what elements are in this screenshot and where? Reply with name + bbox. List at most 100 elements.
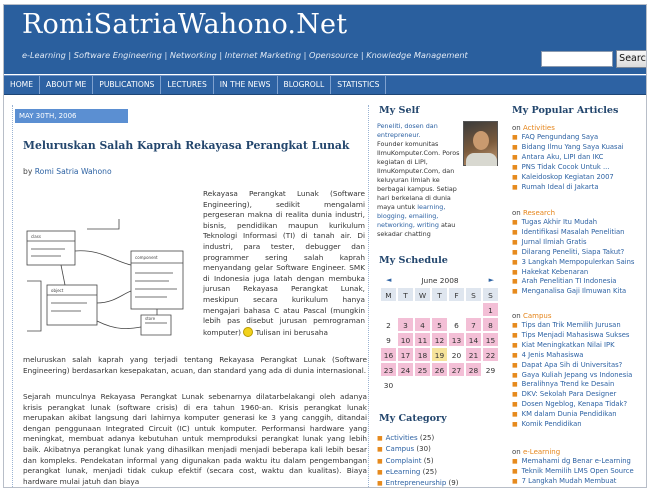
popular-article-link[interactable]: DKV: Sekolah Para Designer	[522, 390, 617, 398]
calendar-day[interactable]: 23	[380, 362, 397, 377]
popular-article-link[interactable]: 3 Langkah Mempopulerkan Sains	[522, 258, 635, 266]
calendar-day[interactable]: 10	[397, 332, 414, 347]
popular-article-link[interactable]: Tugas Akhir Itu Mudah	[522, 218, 597, 226]
popular-article-link[interactable]: Arah Penelitian TI Indonesia	[522, 277, 617, 285]
popular-article-link[interactable]: Dapat Apa Sih di Universitas?	[522, 361, 623, 369]
popular-article-link[interactable]: Gaya Kuliah Jepang vs Indonesia	[522, 371, 633, 379]
calendar-day[interactable]: 22	[482, 347, 499, 362]
popular-article-link[interactable]: 7 Langkah Mudah Membuat	[522, 477, 617, 485]
popular-article-item: ■ DKV: Sekolah Para Designer	[512, 390, 646, 400]
popular-article-link[interactable]: Komik Pendidikan	[522, 420, 582, 428]
bullet-icon: ■	[512, 467, 518, 475]
popular-article-link[interactable]: Antara Aku, LIPI dan IKC	[522, 153, 604, 161]
popular-article-link[interactable]: FAQ Pengundang Saya	[522, 133, 599, 141]
category-link[interactable]: Activities	[386, 434, 418, 442]
popular-article-link[interactable]: 4 Jenis Mahasiswa	[522, 351, 584, 359]
popular-article-item: ■ 7 Langkah Mudah Membuat	[512, 477, 646, 487]
popular-article-item: ■ Komik Pendidikan	[512, 420, 646, 430]
calendar-day[interactable]: 16	[380, 347, 397, 362]
calendar-day[interactable]: 1	[482, 302, 499, 317]
svg-text:component: component	[135, 255, 158, 260]
popular-group-heading: on e-Learning	[512, 447, 646, 457]
calendar-day[interactable]: 11	[414, 332, 431, 347]
calendar-day[interactable]: 27	[448, 362, 465, 377]
category-link[interactable]: eLearning	[386, 468, 421, 476]
nav-lectures[interactable]: LECTURES	[161, 76, 214, 94]
popular-category-link[interactable]: Activities	[523, 124, 555, 132]
author-photo-face	[473, 131, 489, 150]
popular-article-link[interactable]: Dosen Ngeblog, Kenapa Tidak?	[522, 400, 627, 408]
calendar-day[interactable]: 17	[397, 347, 414, 362]
nav-blogroll[interactable]: BLOGROLL	[278, 76, 332, 94]
calendar-widget: ◄ June 2008 ► M T W T F S S 1 2 3 4 5 6 7 8 9 10 11 12 13 14…	[380, 274, 500, 392]
nav-about-me[interactable]: ABOUT ME	[40, 76, 94, 94]
calendar-day[interactable]: 21	[465, 347, 482, 362]
nav-in-the-news[interactable]: IN THE NEWS	[214, 76, 278, 94]
calendar-day[interactable]: 8	[482, 317, 499, 332]
popular-article-link[interactable]: Tips dan Trik Memilih Jurusan	[522, 321, 621, 329]
calendar-day[interactable]: 5	[431, 317, 448, 332]
popular-article-link[interactable]: Bidang Ilmu Yang Saya Kuasai	[522, 143, 624, 151]
popular-category-link[interactable]: Campus	[523, 312, 552, 320]
category-link[interactable]: Entrepreneurship	[386, 479, 447, 487]
category-link[interactable]: Complaint	[386, 457, 422, 465]
calendar-day[interactable]: 30	[380, 377, 397, 392]
calendar-day[interactable]: 9	[380, 332, 397, 347]
next-month-icon[interactable]: ►	[489, 274, 494, 287]
popular-article-item: ■ Gaya Kuliah Jepang vs Indonesia	[512, 371, 646, 381]
calendar-day[interactable]: 7	[465, 317, 482, 332]
popular-article-link[interactable]: Menganalisa Gaji Ilmuwan Kita	[522, 287, 627, 295]
nav-statistics[interactable]: STATISTICS	[331, 76, 387, 94]
byline-label: by	[23, 167, 33, 176]
popular-on-label: on	[512, 448, 523, 456]
popular-article-item: ■ Antara Aku, LIPI dan IKC	[512, 153, 646, 163]
popular-article-link[interactable]: Rumah Ideal di Jakarta	[522, 183, 599, 191]
popular-article-link[interactable]: Beralihnya Trend ke Desain	[522, 380, 615, 388]
search-input[interactable]	[541, 51, 613, 67]
popular-article-link[interactable]: Tips Menjadi Mahasiswa Sukses	[522, 331, 630, 339]
calendar-day[interactable]: 18	[414, 347, 431, 362]
popular-article-link[interactable]: Kiat Meningkatkan Nilai IPK	[522, 341, 615, 349]
popular-category-link[interactable]: e-Learning	[523, 448, 560, 456]
popular-article-link[interactable]: PNS Tidak Cocok Untuk ...	[522, 163, 610, 171]
calendar-day[interactable]: 26	[431, 362, 448, 377]
popular-article-link[interactable]: KM dalam Dunia Pendidikan	[522, 410, 617, 418]
popular-article-link[interactable]: Jurnal Ilmiah Gratis	[522, 238, 587, 246]
author-link[interactable]: Romi Satria Wahono	[35, 167, 112, 176]
nav-publications[interactable]: PUBLICATIONS	[93, 76, 162, 94]
calendar-day[interactable]: 28	[465, 362, 482, 377]
site-title[interactable]: RomiSatriaWahono.Net	[22, 9, 347, 40]
popular-article-link[interactable]: Hakekat Kebenaran	[522, 268, 589, 276]
sketch-diagram-image: class object component store	[26, 219, 184, 336]
site-header: RomiSatriaWahono.Net e-Learning | Softwa…	[4, 5, 646, 74]
popular-article-link[interactable]: Dilarang Peneliti, Siapa Takut?	[522, 248, 625, 256]
calendar-day[interactable]: 13	[448, 332, 465, 347]
prev-month-icon[interactable]: ◄	[386, 274, 391, 287]
popular-article-link[interactable]: Memahami dg Benar e-Learning	[522, 457, 631, 465]
popular-category-link[interactable]: Research	[523, 209, 555, 217]
calendar-day[interactable]: 3	[397, 317, 414, 332]
calendar-day[interactable]: 14	[465, 332, 482, 347]
popular-article-link[interactable]: Teknik Memilih LMS Open Source	[522, 467, 634, 475]
post-title[interactable]: Meluruskan Salah Kaprah Rekayasa Perangk…	[23, 139, 349, 152]
nav-home[interactable]: HOME	[4, 76, 41, 94]
calendar-day[interactable]: 2	[380, 317, 397, 332]
calendar-day[interactable]: 19	[431, 347, 448, 362]
search-button[interactable]: Search	[616, 50, 646, 68]
bullet-icon: ■	[512, 288, 518, 296]
category-item: ■ Activities (25)	[377, 433, 502, 444]
calendar-day[interactable]: 12	[431, 332, 448, 347]
calendar-day[interactable]: 24	[397, 362, 414, 377]
calendar-day[interactable]: 25	[414, 362, 431, 377]
popular-article-link[interactable]: Kaleidoskop Kegiatan 2007	[522, 173, 614, 181]
popular-article-link[interactable]: Identifikasi Masalah Penelitian	[522, 228, 625, 236]
popular-article-item: ■ Hakekat Kebenaran	[512, 268, 646, 278]
calendar-day[interactable]: 29	[482, 362, 499, 377]
category-link[interactable]: Campus	[386, 445, 415, 453]
calendar-day[interactable]: 4	[414, 317, 431, 332]
bullet-icon: ■	[512, 248, 518, 256]
calendar-day[interactable]: 20	[448, 347, 465, 362]
calendar-day[interactable]: 6	[448, 317, 465, 332]
calendar-weekday: T	[397, 287, 414, 302]
calendar-day[interactable]: 15	[482, 332, 499, 347]
